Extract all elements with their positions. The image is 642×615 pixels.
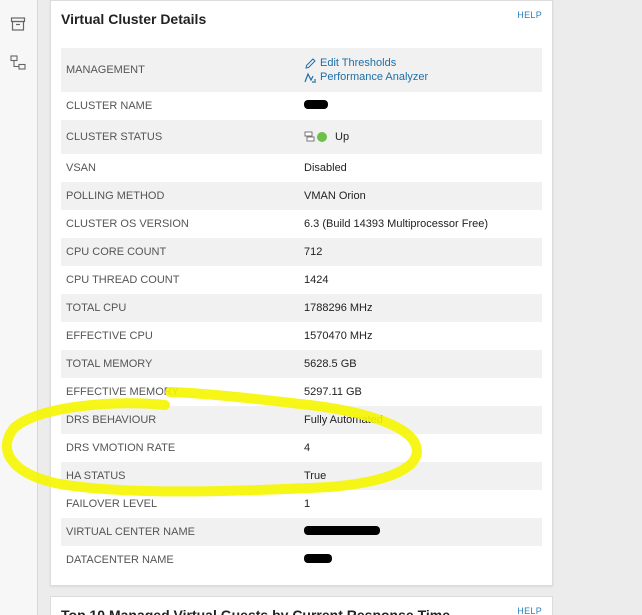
table-row-cluster-name: CLUSTER NAME <box>61 92 542 120</box>
table-row-cpu-core-count: CPU CORE COUNT 712 <box>61 238 542 266</box>
table-row-cluster-os-version: CLUSTER OS VERSION 6.3 (Build 14393 Mult… <box>61 210 542 238</box>
row-label: DRS BEHAVIOUR <box>66 414 157 426</box>
row-label: EFFECTIVE MEMORY <box>66 386 179 398</box>
management-links: Edit Thresholds Performance Analyzer <box>304 56 524 84</box>
table-row-virtual-center-name: VIRTUAL CENTER NAME <box>61 518 542 546</box>
row-label: HA STATUS <box>66 470 126 482</box>
help-link[interactable]: HELP <box>517 10 542 20</box>
row-value: 5628.5 GB <box>304 358 357 370</box>
status-up-icon <box>317 132 327 142</box>
table-row-effective-memory: EFFECTIVE MEMORY 5297.11 GB <box>61 378 542 406</box>
row-label: FAILOVER LEVEL <box>66 498 158 510</box>
row-label: DRS VMOTION RATE <box>66 442 176 454</box>
row-label: TOTAL MEMORY <box>66 358 153 370</box>
edit-thresholds-link[interactable]: Edit Thresholds <box>304 56 396 70</box>
redacted-cluster-name[interactable] <box>304 100 328 109</box>
left-sidebar <box>0 0 38 615</box>
table-row-total-cpu: TOTAL CPU 1788296 MHz <box>61 294 542 322</box>
pencil-icon <box>305 57 316 69</box>
table-row-vsan: VSAN Disabled <box>61 154 542 182</box>
panel-title: Virtual Cluster Details <box>61 11 207 27</box>
row-value: 712 <box>304 246 323 258</box>
performance-analyzer-icon <box>304 72 316 83</box>
row-label: CLUSTER OS VERSION <box>66 218 189 230</box>
details-table: MANAGEMENT Edit Thresholds Performance A… <box>61 48 542 574</box>
network-icon[interactable] <box>10 55 26 71</box>
panel2-title: Top 10 Managed Virtual Guests by Current… <box>61 607 450 615</box>
row-label: DATACENTER NAME <box>66 554 174 566</box>
row-label: CPU CORE COUNT <box>66 246 167 258</box>
row-label: VIRTUAL CENTER NAME <box>66 526 195 538</box>
row-label: VSAN <box>66 162 96 174</box>
table-row-management: MANAGEMENT Edit Thresholds Performance A… <box>61 48 542 92</box>
table-row-cluster-status: CLUSTER STATUS Up <box>61 120 542 154</box>
table-row-effective-cpu: EFFECTIVE CPU 1570470 MHz <box>61 322 542 350</box>
row-value: 1570470 MHz <box>304 330 373 342</box>
table-row-drs-vmotion-rate: DRS VMOTION RATE 4 <box>61 434 542 462</box>
table-row-polling-method: POLLING METHOD VMAN Orion <box>61 182 542 210</box>
row-label: TOTAL CPU <box>66 302 127 314</box>
table-row-drs-behaviour: DRS BEHAVIOUR Fully Automated <box>61 406 542 434</box>
row-value: Fully Automated <box>304 414 383 426</box>
row-value: 5297.11 GB <box>304 386 362 398</box>
row-label: EFFECTIVE CPU <box>66 330 153 342</box>
row-value: 1788296 MHz <box>304 302 373 314</box>
row-value: 1 <box>304 498 311 510</box>
table-row-datacenter-name: DATACENTER NAME <box>61 546 542 574</box>
row-label: POLLING METHOD <box>66 190 165 202</box>
row-label: MANAGEMENT <box>66 64 145 76</box>
row-value: Disabled <box>304 162 347 174</box>
row-value: VMAN Orion <box>304 190 366 202</box>
row-label: CLUSTER NAME <box>66 100 153 112</box>
table-row-ha-status: HA STATUS True <box>61 462 542 490</box>
help-link-2[interactable]: HELP <box>517 606 542 615</box>
row-value: 4 <box>304 442 311 454</box>
redacted-virtual-center-link[interactable] <box>304 526 380 535</box>
top-10-guests-panel: Top 10 Managed Virtual Guests by Current… <box>50 596 553 615</box>
performance-analyzer-label: Performance Analyzer <box>320 71 429 83</box>
row-label: CPU THREAD COUNT <box>66 274 180 286</box>
row-value: 1424 <box>304 274 329 286</box>
table-row-cpu-thread-count: CPU THREAD COUNT 1424 <box>61 266 542 294</box>
row-value: 6.3 (Build 14393 Multiprocessor Free) <box>304 218 489 230</box>
row-value: True <box>304 470 327 482</box>
row-label: CLUSTER STATUS <box>66 131 163 143</box>
server-icon <box>304 131 315 142</box>
performance-analyzer-link[interactable]: Performance Analyzer <box>304 70 428 84</box>
virtual-cluster-details-panel: Virtual Cluster Details HELP MANAGEMENT … <box>50 0 553 586</box>
edit-thresholds-label: Edit Thresholds <box>320 57 397 69</box>
cluster-status-value: Up <box>335 131 350 143</box>
redacted-datacenter-link[interactable] <box>304 554 332 563</box>
archive-icon[interactable] <box>10 16 26 32</box>
table-row-failover-level: FAILOVER LEVEL 1 <box>61 490 542 518</box>
table-row-total-memory: TOTAL MEMORY 5628.5 GB <box>61 350 542 378</box>
